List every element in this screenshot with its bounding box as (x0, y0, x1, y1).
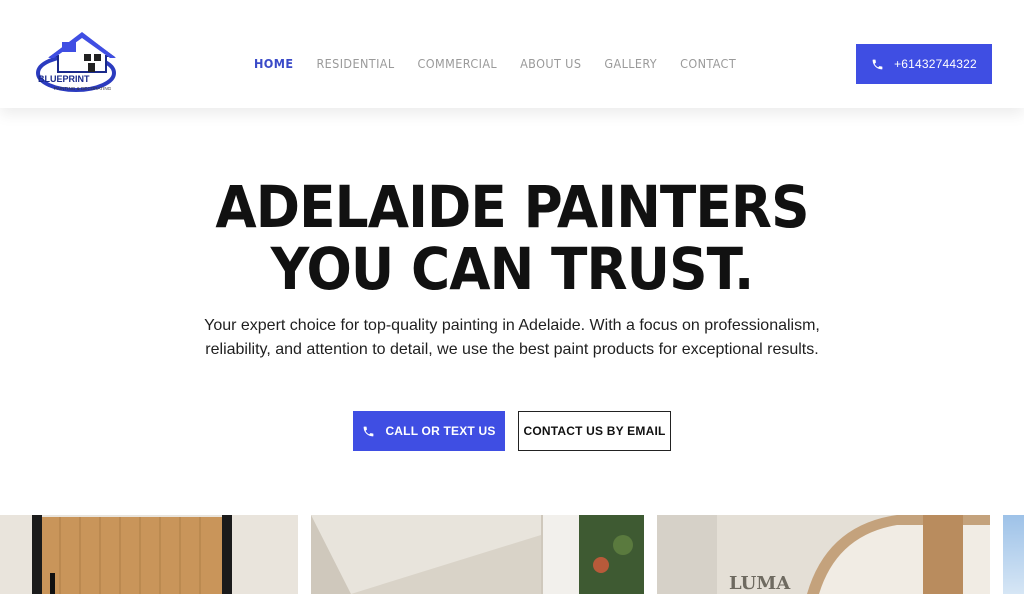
main-nav: HOME RESIDENTIAL COMMERCIAL ABOUT US GAL… (254, 56, 759, 72)
site-header: BLUEPRINT PAINTING & DECORATING HOME RES… (0, 0, 1024, 108)
contact-email-button[interactable]: CONTACT US BY EMAIL (518, 411, 671, 451)
hero-title-line1: ADELAIDE PAINTERS (215, 173, 809, 241)
phone-icon (364, 426, 374, 436)
hero-title: ADELAIDE PAINTERS YOU CAN TRUST. (41, 176, 983, 300)
hero-description: Your expert choice for top-quality paint… (204, 317, 820, 358)
logo-text-main: BLUEPRINT (38, 74, 90, 84)
house-logo-icon: BLUEPRINT PAINTING & DECORATING (36, 32, 116, 92)
nav-about-us[interactable]: ABOUT US (520, 56, 581, 72)
gallery-image-door[interactable] (0, 515, 298, 594)
logo-text-sub: PAINTING & DECORATING (54, 86, 112, 91)
gallery-image-eaves[interactable] (311, 515, 644, 594)
gallery-image-shopfront[interactable]: LUMA (657, 515, 990, 594)
gallery-image-sky[interactable] (1003, 515, 1024, 594)
email-button-label: CONTACT US BY EMAIL (523, 424, 666, 438)
nav-residential[interactable]: RESIDENTIAL (316, 56, 394, 72)
brand-logo[interactable]: BLUEPRINT PAINTING & DECORATING (32, 30, 118, 96)
call-or-text-button[interactable]: CALL OR TEXT US (353, 411, 505, 451)
nav-commercial[interactable]: COMMERCIAL (418, 56, 498, 72)
shop-sign-text: LUMA (729, 573, 791, 594)
header-phone-button[interactable]: +61432744322 (856, 44, 992, 84)
nav-contact[interactable]: CONTACT (680, 56, 736, 72)
hero-title-line2: YOU CAN TRUST. (270, 235, 755, 303)
call-button-label: CALL OR TEXT US (385, 424, 496, 438)
gallery-strip: LUMA (0, 515, 1024, 594)
phone-icon (872, 59, 883, 69)
header-phone-label: +61432744322 (894, 57, 977, 71)
page-bottom-spacer (0, 594, 1024, 614)
nav-home[interactable]: HOME (254, 56, 293, 72)
nav-gallery[interactable]: GALLERY (604, 56, 657, 72)
